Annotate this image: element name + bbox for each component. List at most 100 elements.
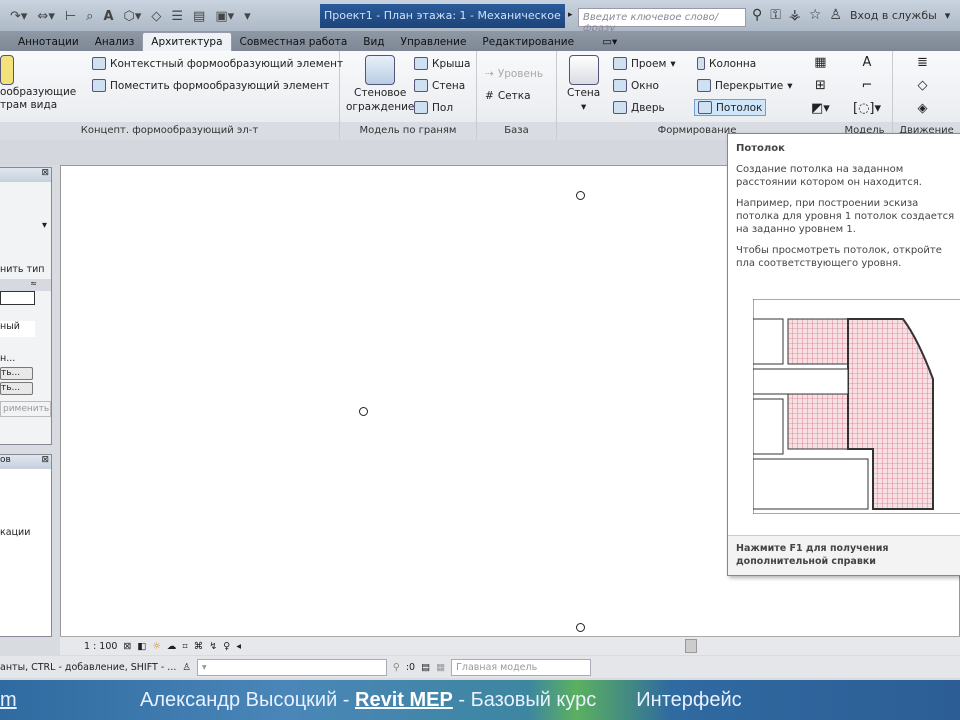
search-expand-icon[interactable]: ▸ — [568, 10, 573, 20]
tag-icon[interactable]: ⌕ — [86, 9, 93, 24]
type-selector[interactable]: ▾ — [0, 182, 51, 260]
scroll-left-icon[interactable]: ◂ — [236, 641, 241, 652]
section-icon[interactable]: ◇ — [151, 9, 161, 24]
edit-button[interactable]: ть... — [0, 382, 33, 395]
tab-analyze[interactable]: Анализ — [87, 33, 143, 51]
apply-button[interactable]: рименить — [0, 401, 51, 417]
wall-by-face-button[interactable]: Стена — [414, 79, 465, 92]
tooltip-footer: Нажмите F1 для получения дополнительной … — [728, 535, 960, 575]
status-bar: анты, CTRL - добавление, SHIFT - ... ♙ ▾… — [0, 656, 960, 678]
filter-icon[interactable]: ⚲ — [393, 662, 400, 673]
model-text-icon[interactable]: A — [863, 55, 872, 70]
ceiling-tooltip: Потолок Создание потолка на заданном рас… — [727, 133, 960, 576]
crop-icon[interactable]: ⌗ — [182, 641, 187, 652]
wall-button[interactable]: Стена ▾ — [567, 55, 600, 113]
window-button[interactable]: Окно — [613, 79, 659, 92]
visual-style-icon[interactable]: ◧ — [137, 641, 146, 652]
stairs-icon[interactable]: ≣ — [917, 55, 928, 70]
worksets-icon[interactable]: ♙ — [182, 662, 191, 673]
edit-type-button[interactable]: нить тип — [0, 260, 51, 279]
close-icon[interactable]: ⊠ — [0, 168, 51, 182]
ceiling-button[interactable]: Потолок — [694, 99, 767, 116]
curtain-grid-icon[interactable]: ▦ — [814, 55, 826, 70]
text-icon[interactable]: A — [103, 9, 113, 24]
panel-model-by-face: Стеновое ограждение Крыша Стена Пол Моде… — [340, 51, 477, 139]
button-label: Проем — [631, 57, 667, 70]
binoculars-icon[interactable]: ⚲ — [752, 7, 762, 23]
property-field[interactable] — [0, 291, 35, 305]
tab-collaborate[interactable]: Совместная работа — [232, 33, 356, 51]
design-option-combo[interactable]: Главная модель — [451, 658, 592, 676]
signin-button[interactable]: Вход в службы — [850, 9, 937, 22]
key-icon[interactable]: ⚿ — [770, 7, 781, 23]
column-button[interactable]: Колонна — [697, 57, 756, 70]
satellite-icon[interactable]: ⚶ — [789, 7, 801, 23]
in-place-mass-button[interactable]: Контекстный формообразующий элемент — [92, 57, 343, 70]
tab-view[interactable]: Вид — [355, 33, 392, 51]
window-title: Проект1 - План этажа: 1 - Механическое о… — [320, 4, 565, 28]
view-control-bar: 1 : 100 ⊠ ◧ ☼ ☁ ⌗ ⌘ ↯ ♀ ◂ — [60, 636, 960, 655]
property-value: н... — [0, 353, 16, 364]
button-label: Контекстный формообразующий элемент — [110, 57, 344, 70]
model-line-icon[interactable]: ⌐ — [862, 78, 873, 93]
elevation-marker[interactable] — [359, 407, 368, 416]
close-hidden-icon[interactable]: ▤ — [193, 9, 205, 24]
door-icon — [613, 101, 627, 114]
tab-modify[interactable]: Редактирование — [474, 33, 582, 51]
scale-value[interactable]: 1 : 100 — [84, 641, 117, 652]
model-group-icon[interactable]: [◌]▾ — [853, 101, 881, 116]
active-workset-combo[interactable]: ▾ — [196, 658, 387, 676]
ramp-icon[interactable]: ◇ — [917, 78, 927, 93]
detail-level-icon[interactable]: ⊠ — [123, 641, 131, 652]
close-icon[interactable]: ⊠ — [41, 455, 49, 469]
elevation-marker[interactable] — [576, 623, 585, 632]
chevron-down-icon[interactable]: ▾ — [945, 9, 951, 22]
floor-button[interactable]: Пол — [414, 101, 453, 114]
button-label: Стена — [567, 87, 601, 99]
level-button[interactable]: ⇢ Уровень — [485, 68, 543, 80]
dimension-icon[interactable]: ⊢ — [65, 9, 76, 24]
tab-architecture[interactable]: Архитектура — [142, 32, 232, 51]
hide-icon[interactable]: ↯ — [209, 641, 217, 652]
mullion-icon[interactable]: ⊞ — [815, 78, 826, 93]
tab-annotate[interactable]: Аннотации — [10, 33, 87, 51]
railing-icon[interactable]: ◈ — [917, 101, 927, 116]
switch-windows-icon[interactable]: ▣▾ — [215, 9, 234, 24]
customize-qat-icon[interactable]: ▾ — [244, 9, 251, 24]
3d-view-icon[interactable]: ⬡▾ — [124, 9, 142, 24]
button-label: Дверь — [631, 101, 665, 114]
opening-button[interactable]: Проем ▾ — [613, 57, 676, 70]
redo-icon[interactable]: ↷▾ — [10, 9, 27, 24]
browser-item[interactable]: кации — [0, 527, 51, 538]
curtain-tools: ▦ ⊞ ◩▾ — [811, 55, 830, 116]
curtain-system-button[interactable]: Стеновое ограждение — [346, 55, 414, 113]
browser-title: ов — [0, 455, 11, 465]
button-label: Перекрытие — [715, 79, 784, 92]
in-place-mass-button[interactable]: ообразующие трам вида — [0, 55, 76, 111]
horizontal-scrollbar-thumb[interactable] — [685, 639, 697, 653]
elevation-marker[interactable] — [576, 191, 585, 200]
search-input[interactable]: Введите ключевое слово/фразу — [578, 8, 746, 34]
grid-button[interactable]: # Сетка — [485, 90, 531, 102]
floor-slab-button[interactable]: Перекрытие ▾ — [697, 79, 792, 92]
door-button[interactable]: Дверь — [613, 101, 665, 114]
roof-button[interactable]: Крыша — [414, 57, 470, 70]
collapse-icon[interactable]: ≈ — [0, 279, 51, 291]
show-crop-icon[interactable]: ⌘ — [194, 641, 204, 652]
stair-icon[interactable]: ◩▾ — [811, 101, 830, 116]
place-mass-button[interactable]: Поместить формообразующий элемент — [92, 79, 329, 92]
design-options-icon[interactable]: ▦ — [436, 662, 445, 673]
editable-only-icon[interactable]: ▤ — [421, 662, 430, 673]
sun-path-icon[interactable]: ☼ — [152, 641, 161, 652]
edit-button[interactable]: ть... — [0, 367, 33, 380]
tab-manage[interactable]: Управление — [393, 33, 475, 51]
temp-hide-icon[interactable]: ♀ — [223, 641, 230, 652]
panel-toggle-icon[interactable]: ▭▾ — [594, 33, 625, 51]
panel-datum: ⇢ Уровень # Сетка База — [477, 51, 557, 139]
shadows-icon[interactable]: ☁ — [167, 641, 177, 652]
star-icon[interactable]: ☆ — [809, 7, 822, 23]
thin-lines-icon[interactable]: ☰ — [171, 9, 183, 24]
measure-icon[interactable]: ⇔▾ — [37, 9, 54, 24]
curtain-system-icon — [365, 55, 396, 85]
user-icon[interactable]: ♙ — [829, 7, 842, 23]
